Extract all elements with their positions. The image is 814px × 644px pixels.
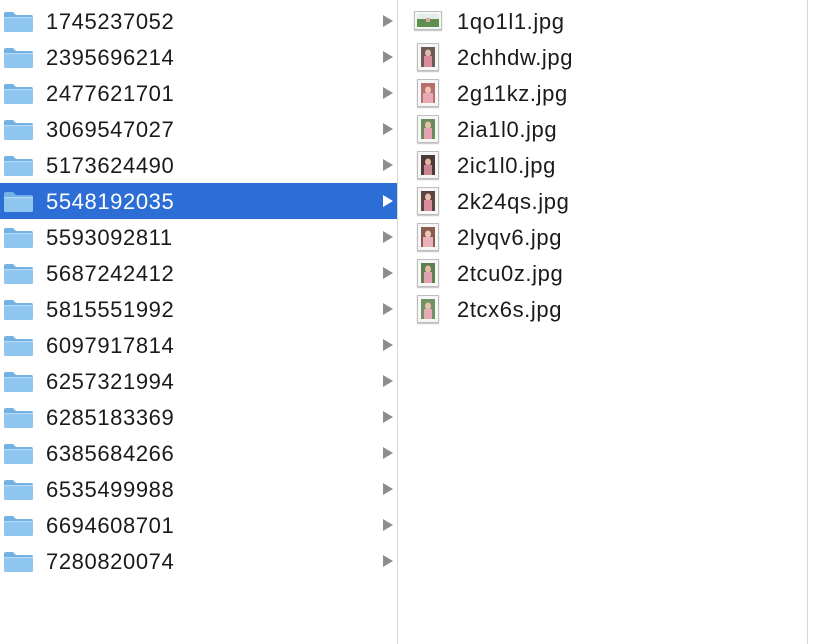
folder-list: 1745237052 2395696214 2477621701 3069547…	[0, 0, 397, 579]
file-name: 2chhdw.jpg	[457, 45, 574, 70]
folder-icon	[3, 299, 34, 321]
folder-name: 6535499988	[46, 477, 175, 502]
folder-icon	[3, 335, 34, 357]
column-browser: 1745237052 2395696214 2477621701 3069547…	[0, 0, 814, 644]
chevron-right-icon	[383, 15, 393, 27]
chevron-right-icon	[383, 555, 393, 567]
portrait-photo-thumbnail-icon	[417, 259, 439, 287]
folder-row[interactable]: 2395696214	[0, 39, 397, 75]
folder-row[interactable]: 6257321994	[0, 363, 397, 399]
folder-icon	[3, 515, 34, 537]
file-row[interactable]: 2chhdw.jpg	[399, 39, 807, 75]
folder-name: 2395696214	[46, 45, 175, 70]
landscape-photo-thumbnail-icon	[414, 11, 442, 30]
chevron-right-icon	[383, 87, 393, 99]
file-name: 1qo1l1.jpg	[457, 9, 565, 34]
folder-name: 6285183369	[46, 405, 175, 430]
folder-icon	[3, 443, 34, 465]
folder-name: 1745237052	[46, 9, 175, 34]
folder-icon	[3, 47, 34, 69]
file-name: 2k24qs.jpg	[457, 189, 570, 214]
folder-name: 6257321994	[46, 369, 175, 394]
file-name: 2tcx6s.jpg	[457, 297, 563, 322]
folder-icon	[3, 479, 34, 501]
folder-name: 5173624490	[46, 153, 175, 178]
file-row[interactable]: 2k24qs.jpg	[399, 183, 807, 219]
file-row[interactable]: 2lyqv6.jpg	[399, 219, 807, 255]
portrait-photo-thumbnail-icon	[417, 43, 439, 71]
chevron-right-icon	[383, 519, 393, 531]
folder-icon	[3, 191, 34, 213]
folder-name: 6694608701	[46, 513, 175, 538]
file-row[interactable]: 2tcu0z.jpg	[399, 255, 807, 291]
folder-name: 2477621701	[46, 81, 175, 106]
chevron-right-icon	[383, 231, 393, 243]
file-column[interactable]: 1qo1l1.jpg 2chhdw.jpg 2g11kz.jpg 2ia1l0.…	[399, 0, 808, 644]
folder-icon	[3, 407, 34, 429]
file-name: 2lyqv6.jpg	[457, 225, 563, 250]
folder-icon	[3, 11, 34, 33]
file-name: 2g11kz.jpg	[457, 81, 568, 106]
empty-column[interactable]	[809, 0, 814, 644]
folder-name: 6097917814	[46, 333, 175, 358]
chevron-right-icon	[383, 303, 393, 315]
chevron-right-icon	[383, 51, 393, 63]
folder-row-selected[interactable]: 5548192035	[0, 183, 397, 219]
folder-name: 6385684266	[46, 441, 175, 466]
chevron-right-icon	[383, 339, 393, 351]
folder-icon	[3, 551, 34, 573]
folder-row[interactable]: 5173624490	[0, 147, 397, 183]
chevron-right-icon	[383, 447, 393, 459]
folder-row[interactable]: 6385684266	[0, 435, 397, 471]
portrait-photo-thumbnail-icon	[417, 223, 439, 251]
file-name: 2ia1l0.jpg	[457, 117, 558, 142]
folder-icon	[3, 227, 34, 249]
folder-icon	[3, 119, 34, 141]
chevron-right-icon	[383, 195, 393, 207]
chevron-right-icon	[383, 123, 393, 135]
folder-icon	[3, 155, 34, 177]
chevron-right-icon	[383, 267, 393, 279]
folder-row[interactable]: 6694608701	[0, 507, 397, 543]
folder-row[interactable]: 7280820074	[0, 543, 397, 579]
file-name: 2ic1l0.jpg	[457, 153, 556, 178]
folder-row[interactable]: 3069547027	[0, 111, 397, 147]
folder-name: 5815551992	[46, 297, 175, 322]
folder-name: 5593092811	[46, 225, 173, 250]
folder-row[interactable]: 5815551992	[0, 291, 397, 327]
folder-name: 5548192035	[46, 189, 175, 214]
portrait-photo-thumbnail-icon	[417, 79, 439, 107]
portrait-photo-thumbnail-icon	[417, 151, 439, 179]
file-row[interactable]: 2g11kz.jpg	[399, 75, 807, 111]
folder-row[interactable]: 5687242412	[0, 255, 397, 291]
folder-icon	[3, 263, 34, 285]
folder-name: 7280820074	[46, 549, 175, 574]
folder-icon	[3, 83, 34, 105]
chevron-right-icon	[383, 375, 393, 387]
folder-row[interactable]: 2477621701	[0, 75, 397, 111]
folder-row[interactable]: 6097917814	[0, 327, 397, 363]
folder-row[interactable]: 6535499988	[0, 471, 397, 507]
file-list: 1qo1l1.jpg 2chhdw.jpg 2g11kz.jpg 2ia1l0.…	[399, 0, 807, 327]
file-row[interactable]: 2tcx6s.jpg	[399, 291, 807, 327]
folder-row[interactable]: 6285183369	[0, 399, 397, 435]
portrait-photo-thumbnail-icon	[417, 187, 439, 215]
portrait-photo-thumbnail-icon	[417, 295, 439, 323]
folder-icon	[3, 371, 34, 393]
file-row[interactable]: 1qo1l1.jpg	[399, 3, 807, 39]
folder-name: 3069547027	[46, 117, 175, 142]
folder-row[interactable]: 5593092811	[0, 219, 397, 255]
folder-column[interactable]: 1745237052 2395696214 2477621701 3069547…	[0, 0, 398, 644]
file-name: 2tcu0z.jpg	[457, 261, 564, 286]
file-row[interactable]: 2ia1l0.jpg	[399, 111, 807, 147]
chevron-right-icon	[383, 159, 393, 171]
chevron-right-icon	[383, 483, 393, 495]
folder-row[interactable]: 1745237052	[0, 3, 397, 39]
folder-name: 5687242412	[46, 261, 175, 286]
file-row[interactable]: 2ic1l0.jpg	[399, 147, 807, 183]
portrait-photo-thumbnail-icon	[417, 115, 439, 143]
chevron-right-icon	[383, 411, 393, 423]
